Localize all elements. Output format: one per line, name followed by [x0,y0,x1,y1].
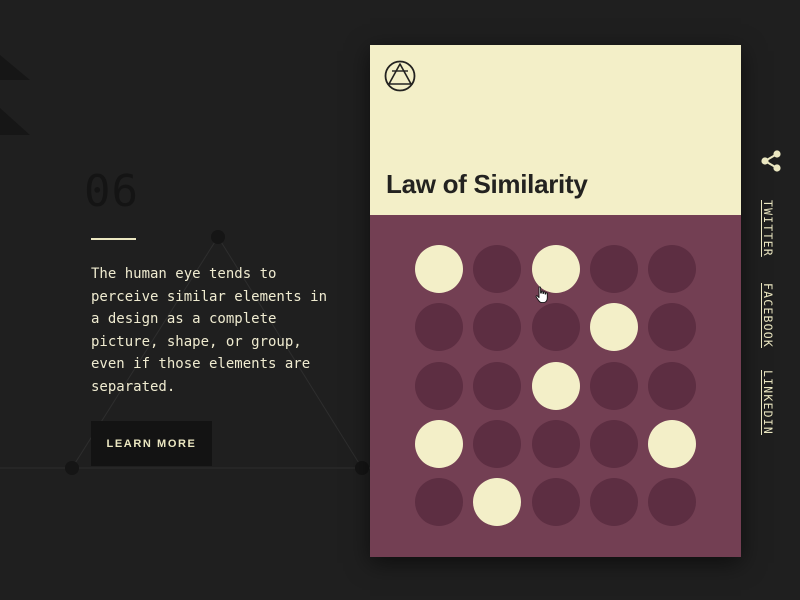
card-header: Law of Similarity [370,45,741,215]
learn-more-button[interactable]: LEARN MORE [91,421,212,466]
grid-dot [473,245,521,293]
highlighted-dot [415,245,463,293]
grid-dot [473,303,521,351]
grid-dot [532,478,580,526]
highlighted-dot [415,420,463,468]
dot-grid [415,245,699,529]
grid-dot [415,362,463,410]
grid-dot [473,362,521,410]
grid-dot [415,478,463,526]
triangle-node [65,461,79,475]
section-number: 06 [84,166,139,217]
share-icon[interactable] [760,150,782,172]
circle-triangle-logo-icon [384,60,416,92]
grid-dot [415,303,463,351]
grid-dot [648,362,696,410]
triangle-node [211,230,225,244]
grid-dot [532,420,580,468]
grid-dot [532,303,580,351]
corner-triangle-bottom [0,108,30,135]
highlighted-dot [648,420,696,468]
grid-dot [648,478,696,526]
grid-dot [648,303,696,351]
triangle-node [355,461,369,475]
highlighted-dot [532,362,580,410]
twitter-link[interactable]: TWITTER [761,200,775,257]
highlighted-dot [590,303,638,351]
card-title: Law of Similarity [386,169,588,199]
hand-cursor-icon [535,286,548,304]
grid-dot [590,420,638,468]
grid-dot [648,245,696,293]
highlighted-dot [473,478,521,526]
description-text: The human eye tends to perceive similar … [91,266,328,395]
grid-dot [590,362,638,410]
corner-triangle-top [0,55,30,80]
divider-line [91,238,136,240]
facebook-link[interactable]: FACEBOOK [761,283,775,348]
grid-dot [590,478,638,526]
grid-dot [590,245,638,293]
grid-dot [473,420,521,468]
linkedin-link[interactable]: LINKEDIN [761,370,775,435]
